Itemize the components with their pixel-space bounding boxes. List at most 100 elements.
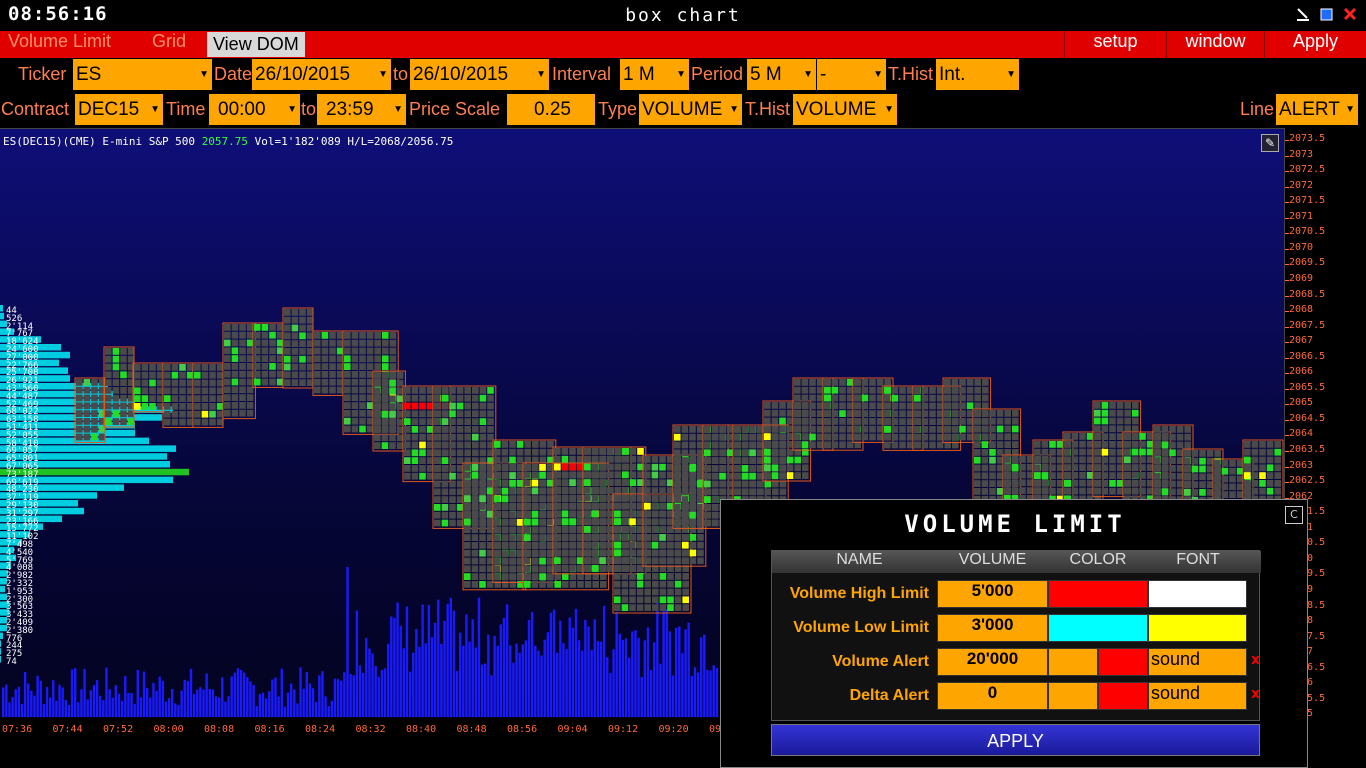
box-cell (532, 441, 539, 448)
volume-low-font-swatch[interactable] (1148, 614, 1247, 642)
box-cell (674, 511, 681, 519)
box-cell (659, 534, 666, 541)
box-cell (854, 425, 861, 433)
time-tick: 08:16 (254, 724, 285, 735)
window-button[interactable]: window (1166, 31, 1264, 58)
date-to-select[interactable]: 26/10/2015 ▼ (410, 59, 549, 90)
box-cell (1026, 471, 1034, 479)
box-cell (1079, 440, 1086, 448)
ticker-select[interactable]: ES ▼ (73, 59, 212, 90)
box-cell (576, 533, 584, 541)
thist-select[interactable]: Int. ▼ (936, 59, 1019, 90)
box-cell (659, 541, 666, 549)
box-cell (479, 394, 487, 402)
close-panel-button[interactable]: C (1285, 506, 1303, 524)
tab-grid[interactable]: Grid (146, 31, 192, 58)
box-cell (171, 387, 179, 395)
box-cell (771, 425, 779, 433)
box-cell (644, 479, 651, 487)
volume-high-input[interactable]: 5'000 (937, 580, 1048, 608)
box-cell (591, 557, 599, 564)
box-cell (697, 549, 704, 557)
box-cell (936, 426, 944, 433)
box-cell (696, 480, 704, 488)
box-cell (764, 480, 771, 488)
box-cell (419, 418, 426, 425)
type-select[interactable]: VOLUME ▼ (639, 94, 742, 125)
period-unit-select[interactable]: - ▼ (817, 59, 886, 90)
volume-high-color-swatch[interactable] (1048, 580, 1148, 608)
box-cell (696, 426, 704, 433)
volume-bar (543, 639, 546, 717)
interval-select[interactable]: 1 M ▼ (620, 59, 689, 90)
remove-volume-alert-icon[interactable]: x (1251, 652, 1260, 668)
box-cell (621, 541, 629, 549)
box-cell (621, 596, 629, 604)
volume-alert-input[interactable]: 20'000 (937, 648, 1048, 676)
box-cell (794, 402, 801, 410)
box-cell (411, 457, 419, 464)
box-cell (464, 526, 471, 534)
box-cell (112, 410, 120, 418)
volume-bar (709, 670, 712, 717)
restore-icon[interactable] (1318, 6, 1336, 24)
volume-bar (124, 676, 127, 717)
box-cell (456, 504, 464, 511)
box-cell (261, 339, 269, 347)
volume-bar (214, 696, 218, 717)
box-cell (456, 465, 464, 472)
volume-alert-sound-select[interactable]: sound (1148, 648, 1247, 676)
box-cell (1101, 417, 1109, 425)
close-icon[interactable] (1341, 6, 1359, 24)
box-cell (509, 526, 516, 534)
delta-alert-color-swatch[interactable] (1098, 682, 1148, 710)
tab-view-dom[interactable]: View DOM (207, 32, 305, 57)
box-cell (771, 433, 779, 440)
box-cell (464, 581, 471, 588)
box-cell (1026, 456, 1034, 463)
box-cell (539, 526, 546, 534)
remove-delta-alert-icon[interactable]: x (1251, 686, 1260, 702)
contract-select[interactable]: DEC15 ▼ (75, 94, 163, 125)
box-cell (644, 596, 651, 604)
box-cell (449, 496, 456, 503)
thist2-select[interactable]: VOLUME ▼ (793, 94, 897, 125)
box-cell (216, 395, 224, 402)
box-cell (1034, 472, 1041, 479)
box-cell (449, 457, 456, 464)
setup-button[interactable]: setup (1064, 31, 1166, 58)
volume-alert-color-swatch[interactable] (1098, 648, 1148, 676)
box-cell (1064, 487, 1071, 495)
box-cell (141, 395, 149, 402)
volume-low-color-swatch[interactable] (1048, 614, 1148, 642)
volume-low-input[interactable]: 3'000 (937, 614, 1048, 642)
box-cell (689, 504, 696, 511)
period-select[interactable]: 5 M ▼ (747, 59, 816, 90)
apply-button[interactable]: Apply (1264, 31, 1366, 58)
tab-volume-limit[interactable]: Volume Limit (2, 31, 117, 58)
volume-bar (706, 669, 709, 717)
box-cell (861, 418, 869, 425)
time-from-select[interactable]: 00:00 ▼ (209, 94, 300, 125)
box-cell (674, 441, 681, 449)
time-to-select[interactable]: 23:59 ▼ (317, 94, 406, 125)
line-select[interactable]: ALERT ▼ (1276, 94, 1358, 125)
box-cell (516, 573, 524, 581)
box-cell (98, 433, 106, 441)
box-cell (531, 479, 539, 487)
box-cell (516, 503, 524, 511)
minimize-icon[interactable] (1294, 6, 1312, 24)
delta-alert-input[interactable]: 0 (937, 682, 1048, 710)
price-scale-input[interactable]: 0.25 (507, 94, 595, 125)
pencil-icon[interactable]: ✎ (1261, 134, 1279, 152)
box-cell (764, 441, 771, 448)
box-cell (562, 581, 569, 588)
volume-high-font-swatch[interactable] (1148, 580, 1247, 608)
box-cell (1034, 464, 1041, 472)
date-from-select[interactable]: 26/10/2015 ▼ (252, 59, 391, 90)
volume-limit-apply-button[interactable]: APPLY (771, 724, 1260, 756)
box-cell (494, 519, 501, 526)
delta-alert-sound-select[interactable]: sound (1148, 682, 1247, 710)
box-cell (711, 465, 719, 472)
box-cell (1064, 448, 1071, 456)
